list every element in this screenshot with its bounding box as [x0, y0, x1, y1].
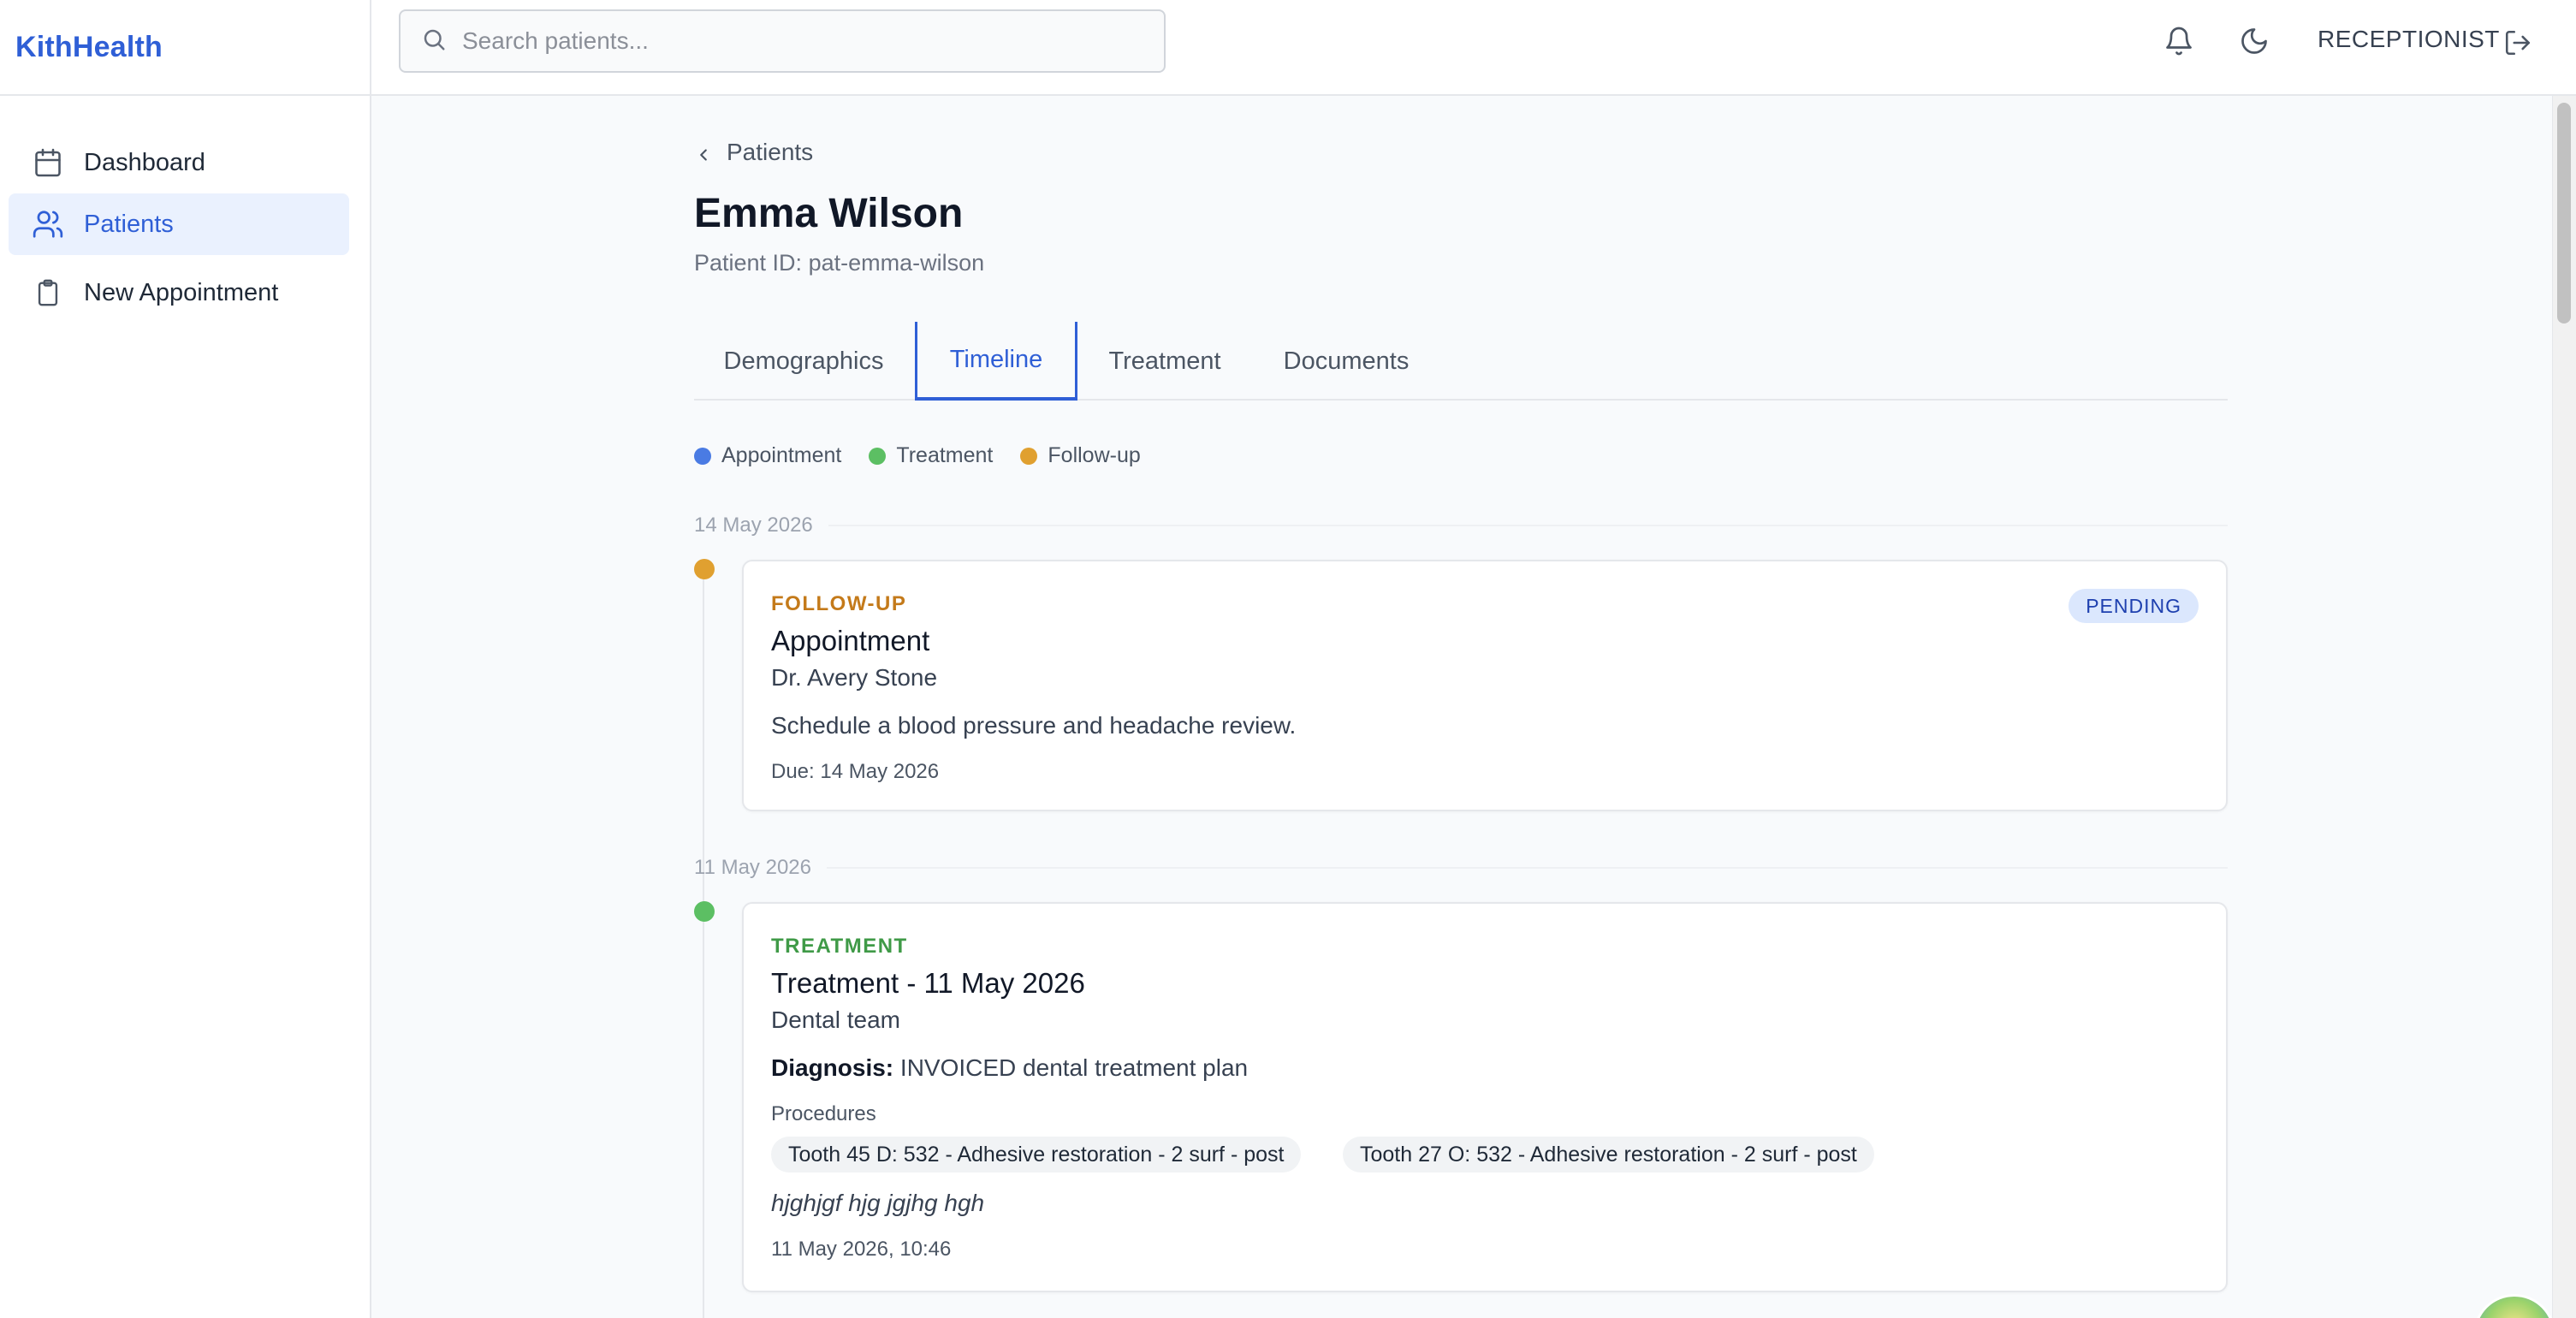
legend-label: Appointment — [721, 443, 842, 467]
tab-demographics[interactable]: Demographics — [694, 322, 913, 401]
timeline-card-treatment[interactable]: TREATMENT Treatment - 11 May 2026 Dental… — [742, 902, 2228, 1292]
procedure-chip: Tooth 27 O: 532 - Adhesive restoration -… — [1343, 1137, 1874, 1173]
timeline-dot-follow-up — [694, 559, 715, 579]
sidebar: Dashboard Patients New Appointment — [0, 96, 371, 1318]
timeline-date: 11 May 2026 — [694, 856, 811, 879]
entry-kind: FOLLOW-UP — [771, 592, 907, 615]
entry-diagnosis: Diagnosis: INVOICED dental treatment pla… — [771, 1054, 1248, 1082]
search-icon — [421, 27, 447, 56]
user-role: RECEPTIONIST — [2318, 26, 2500, 52]
brand-area: KithHealth — [0, 0, 371, 96]
entry-note: hjghjgf hjg jgjhg hgh — [771, 1190, 985, 1216]
diagnosis-value: INVOICED dental treatment plan — [899, 1054, 1249, 1081]
diagnosis-label: Diagnosis: — [771, 1054, 894, 1081]
tab-bar: Demographics Timeline Treatment Document… — [694, 322, 2228, 401]
app-root: KithHealth RECEPTIONIST Dashboard — [0, 0, 2576, 1318]
legend-dot — [869, 447, 887, 465]
procedure-chip: Tooth 45 D: 532 - Adhesive restoration -… — [771, 1137, 1302, 1173]
date-divider — [826, 867, 2228, 869]
entry-title: Treatment - 11 May 2026 — [771, 967, 1085, 999]
assistant-avatar[interactable] — [2473, 1294, 2555, 1318]
clipboard-icon — [31, 276, 65, 310]
procedures-label: Procedures — [771, 1102, 876, 1125]
timeline-date: 14 May 2026 — [694, 514, 813, 537]
sidebar-item-patients[interactable]: Patients — [9, 193, 349, 255]
sidebar-item-new-appointment[interactable]: New Appointment — [9, 262, 349, 324]
status-badge: PENDING — [2069, 589, 2199, 623]
tab-timeline[interactable]: Timeline — [915, 322, 1077, 401]
back-link-label: Patients — [727, 139, 814, 165]
timeline-card-follow-up[interactable]: FOLLOW-UP PENDING Appointment Dr. Avery … — [742, 560, 2228, 811]
sidebar-item-label: New Appointment — [84, 278, 279, 306]
legend-item-appointment: Appointment — [694, 443, 841, 468]
timeline-legend: Appointment Treatment Follow-up — [694, 443, 1168, 468]
patient-id: Patient ID: pat-emma-wilson — [694, 250, 985, 276]
legend-dot — [694, 447, 711, 465]
sidebar-item-label: Patients — [84, 210, 174, 238]
logout-icon[interactable] — [2497, 22, 2538, 63]
entry-due-date: Due: 14 May 2026 — [771, 760, 940, 783]
date-divider — [828, 525, 2228, 526]
timeline-dot-treatment — [694, 901, 715, 922]
entry-provider: Dental team — [771, 1006, 900, 1033]
timeline-line — [703, 568, 704, 1318]
chevron-left-icon — [694, 143, 713, 162]
tab-documents[interactable]: Documents — [1252, 322, 1440, 401]
timeline-date-header: 14 May 2026 — [694, 514, 2228, 537]
search-box[interactable] — [399, 9, 1166, 73]
entry-timestamp: 11 May 2026, 10:46 — [771, 1238, 952, 1261]
top-bar: RECEPTIONIST — [371, 0, 2576, 96]
page-title: Emma Wilson — [694, 191, 964, 236]
entry-provider: Dr. Avery Stone — [771, 664, 938, 691]
moon-icon[interactable] — [2234, 21, 2275, 62]
legend-label: Treatment — [896, 443, 994, 467]
brand-logo[interactable]: KithHealth — [15, 31, 163, 64]
entry-description: Schedule a blood pressure and headache r… — [771, 712, 1297, 739]
calendar-icon — [31, 145, 65, 180]
timeline-date-header: 11 May 2026 — [694, 856, 2228, 880]
entry-title: Appointment — [771, 625, 930, 656]
back-link[interactable]: Patients — [694, 139, 813, 166]
entry-kind: TREATMENT — [771, 935, 908, 958]
sidebar-item-label: Dashboard — [84, 148, 205, 176]
users-icon — [31, 207, 65, 241]
sidebar-item-dashboard[interactable]: Dashboard — [9, 132, 349, 193]
legend-label: Follow-up — [1048, 443, 1141, 467]
bell-icon[interactable] — [2158, 21, 2199, 62]
scrollbar-thumb[interactable] — [2557, 103, 2571, 324]
search-input[interactable] — [462, 27, 1130, 55]
legend-dot — [1020, 447, 1038, 465]
tab-treatment[interactable]: Treatment — [1077, 322, 1252, 401]
legend-item-treatment: Treatment — [869, 443, 993, 468]
legend-item-follow-up: Follow-up — [1020, 443, 1141, 468]
